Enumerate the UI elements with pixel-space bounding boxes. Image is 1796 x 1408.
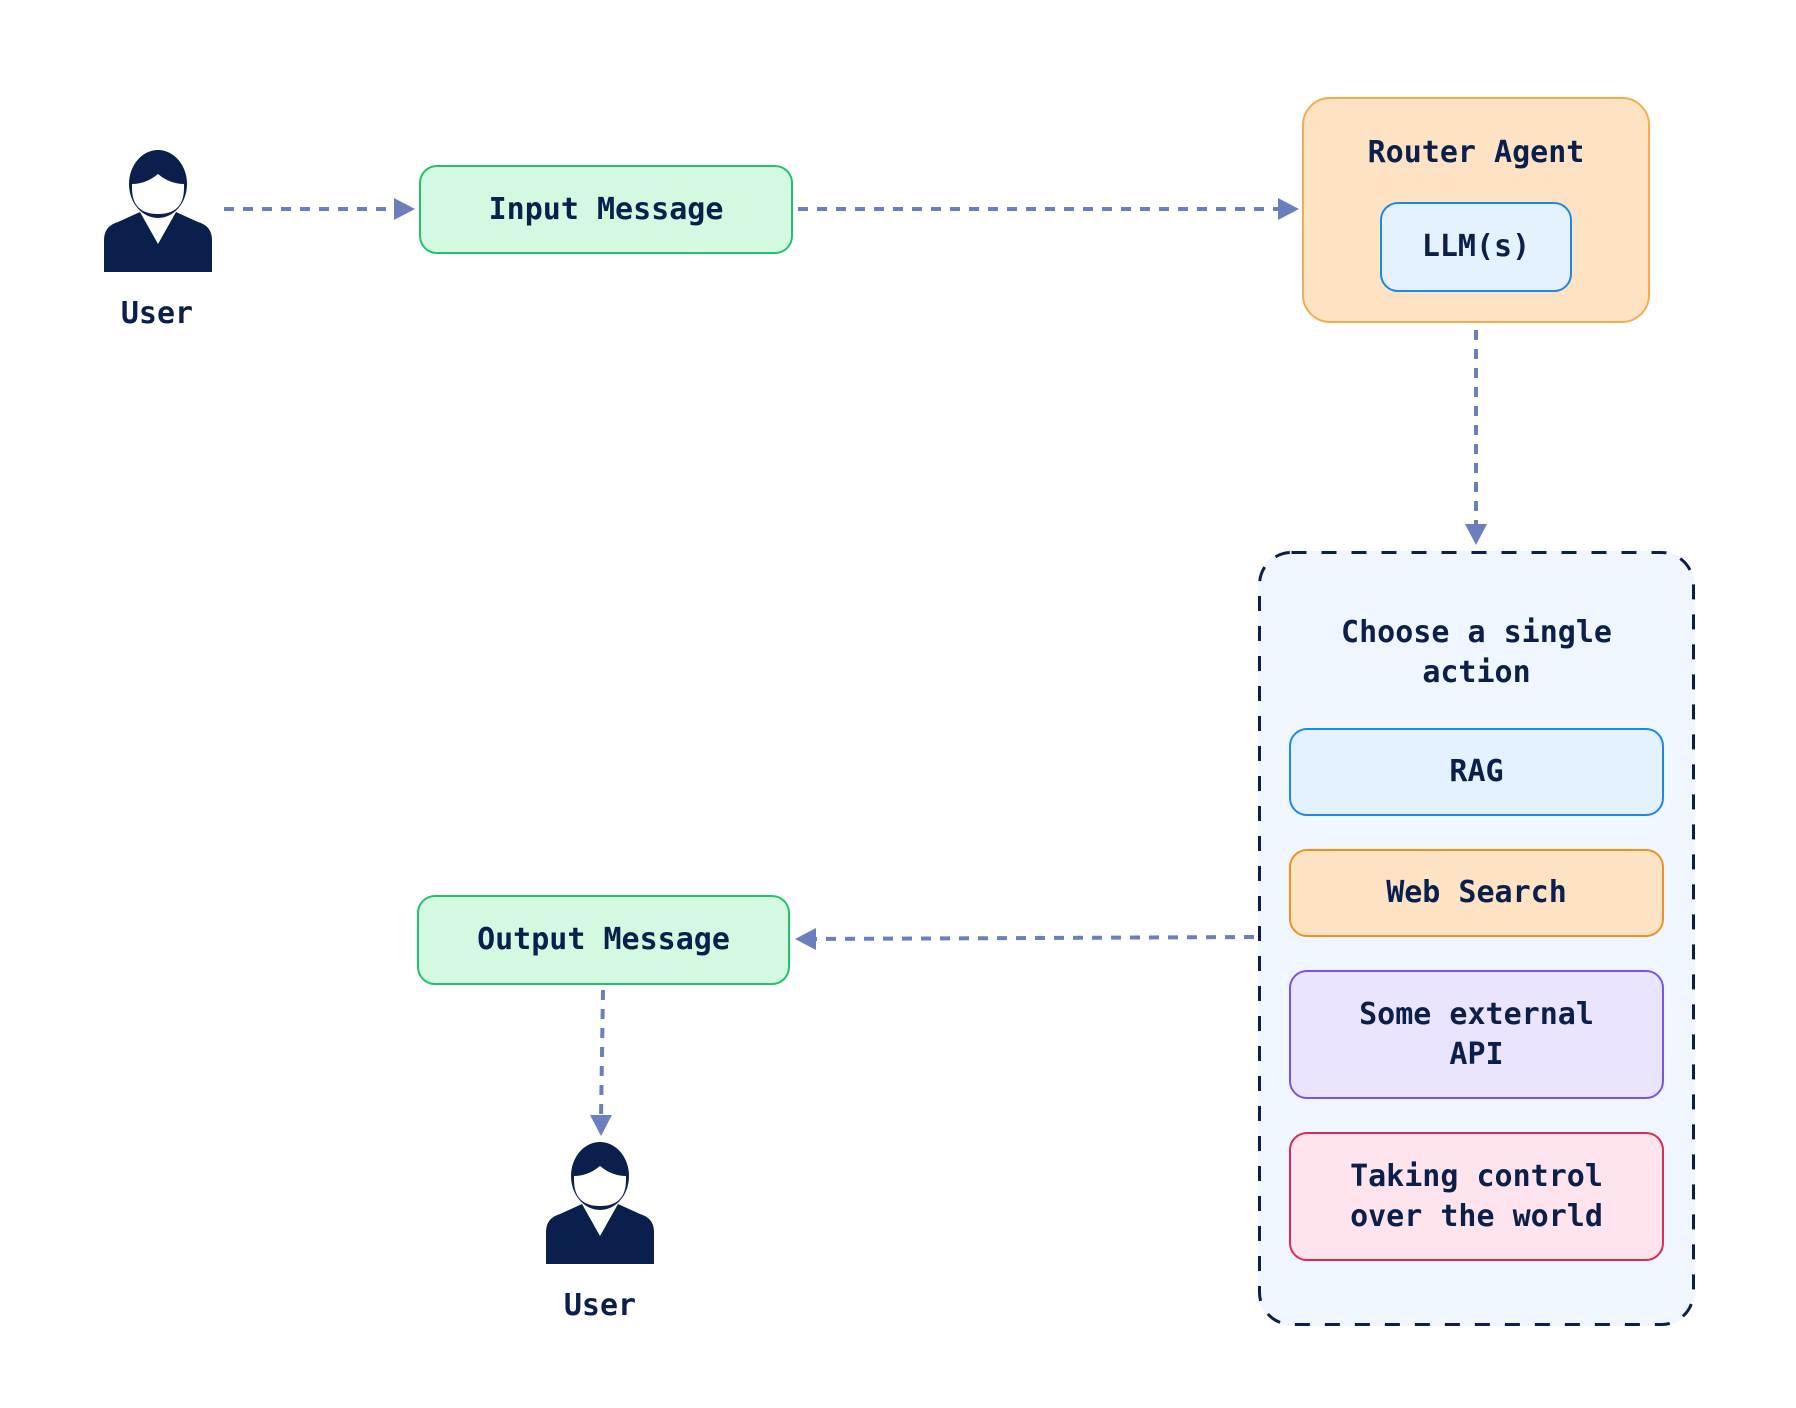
arrowhead-router <box>1278 198 1299 220</box>
edge-output-to-user <box>599 989 605 1119</box>
action-group-title: Choose a single action <box>1258 613 1695 693</box>
action-external-api-line1: Some external <box>1359 996 1594 1032</box>
action-rag-label: RAG <box>1449 754 1504 789</box>
output-message-node[interactable]: Output Message <box>417 895 790 985</box>
action-web-search[interactable]: Web Search <box>1289 849 1664 937</box>
action-taking-control[interactable]: Taking control over the world <box>1289 1132 1664 1261</box>
arrowhead-user <box>590 1115 612 1136</box>
action-group-title-line2: action <box>1422 655 1531 690</box>
action-rag[interactable]: RAG <box>1289 728 1664 816</box>
input-message-node[interactable]: Input Message <box>419 165 793 254</box>
user-icon <box>546 1142 654 1264</box>
action-external-api[interactable]: Some external API <box>1289 970 1664 1099</box>
output-message-label: Output Message <box>477 922 730 957</box>
action-group-title-line1: Choose a single <box>1341 615 1612 650</box>
action-taking-control-line2: over the world <box>1350 1198 1603 1234</box>
router-agent-title: Router Agent <box>1367 135 1585 170</box>
user-bottom-label: User <box>563 1288 637 1323</box>
user-icon <box>104 150 212 272</box>
arrowhead-input <box>394 198 415 220</box>
user-top <box>100 148 216 272</box>
user-bottom <box>542 1140 658 1264</box>
llm-label: LLM(s) <box>1421 229 1531 264</box>
arrowhead-actions <box>1465 524 1487 545</box>
user-top-label: User <box>120 296 194 331</box>
edge-actions-to-output <box>811 935 1255 941</box>
router-agent-node[interactable]: Router Agent LLM(s) <box>1302 97 1650 323</box>
input-message-label: Input Message <box>488 191 724 227</box>
arrowhead-output <box>795 928 816 950</box>
action-taking-control-line1: Taking control <box>1350 1158 1603 1194</box>
llm-node[interactable]: LLM(s) <box>1380 202 1572 292</box>
action-external-api-line2: API <box>1449 1036 1504 1072</box>
action-web-search-label: Web Search <box>1386 875 1567 910</box>
